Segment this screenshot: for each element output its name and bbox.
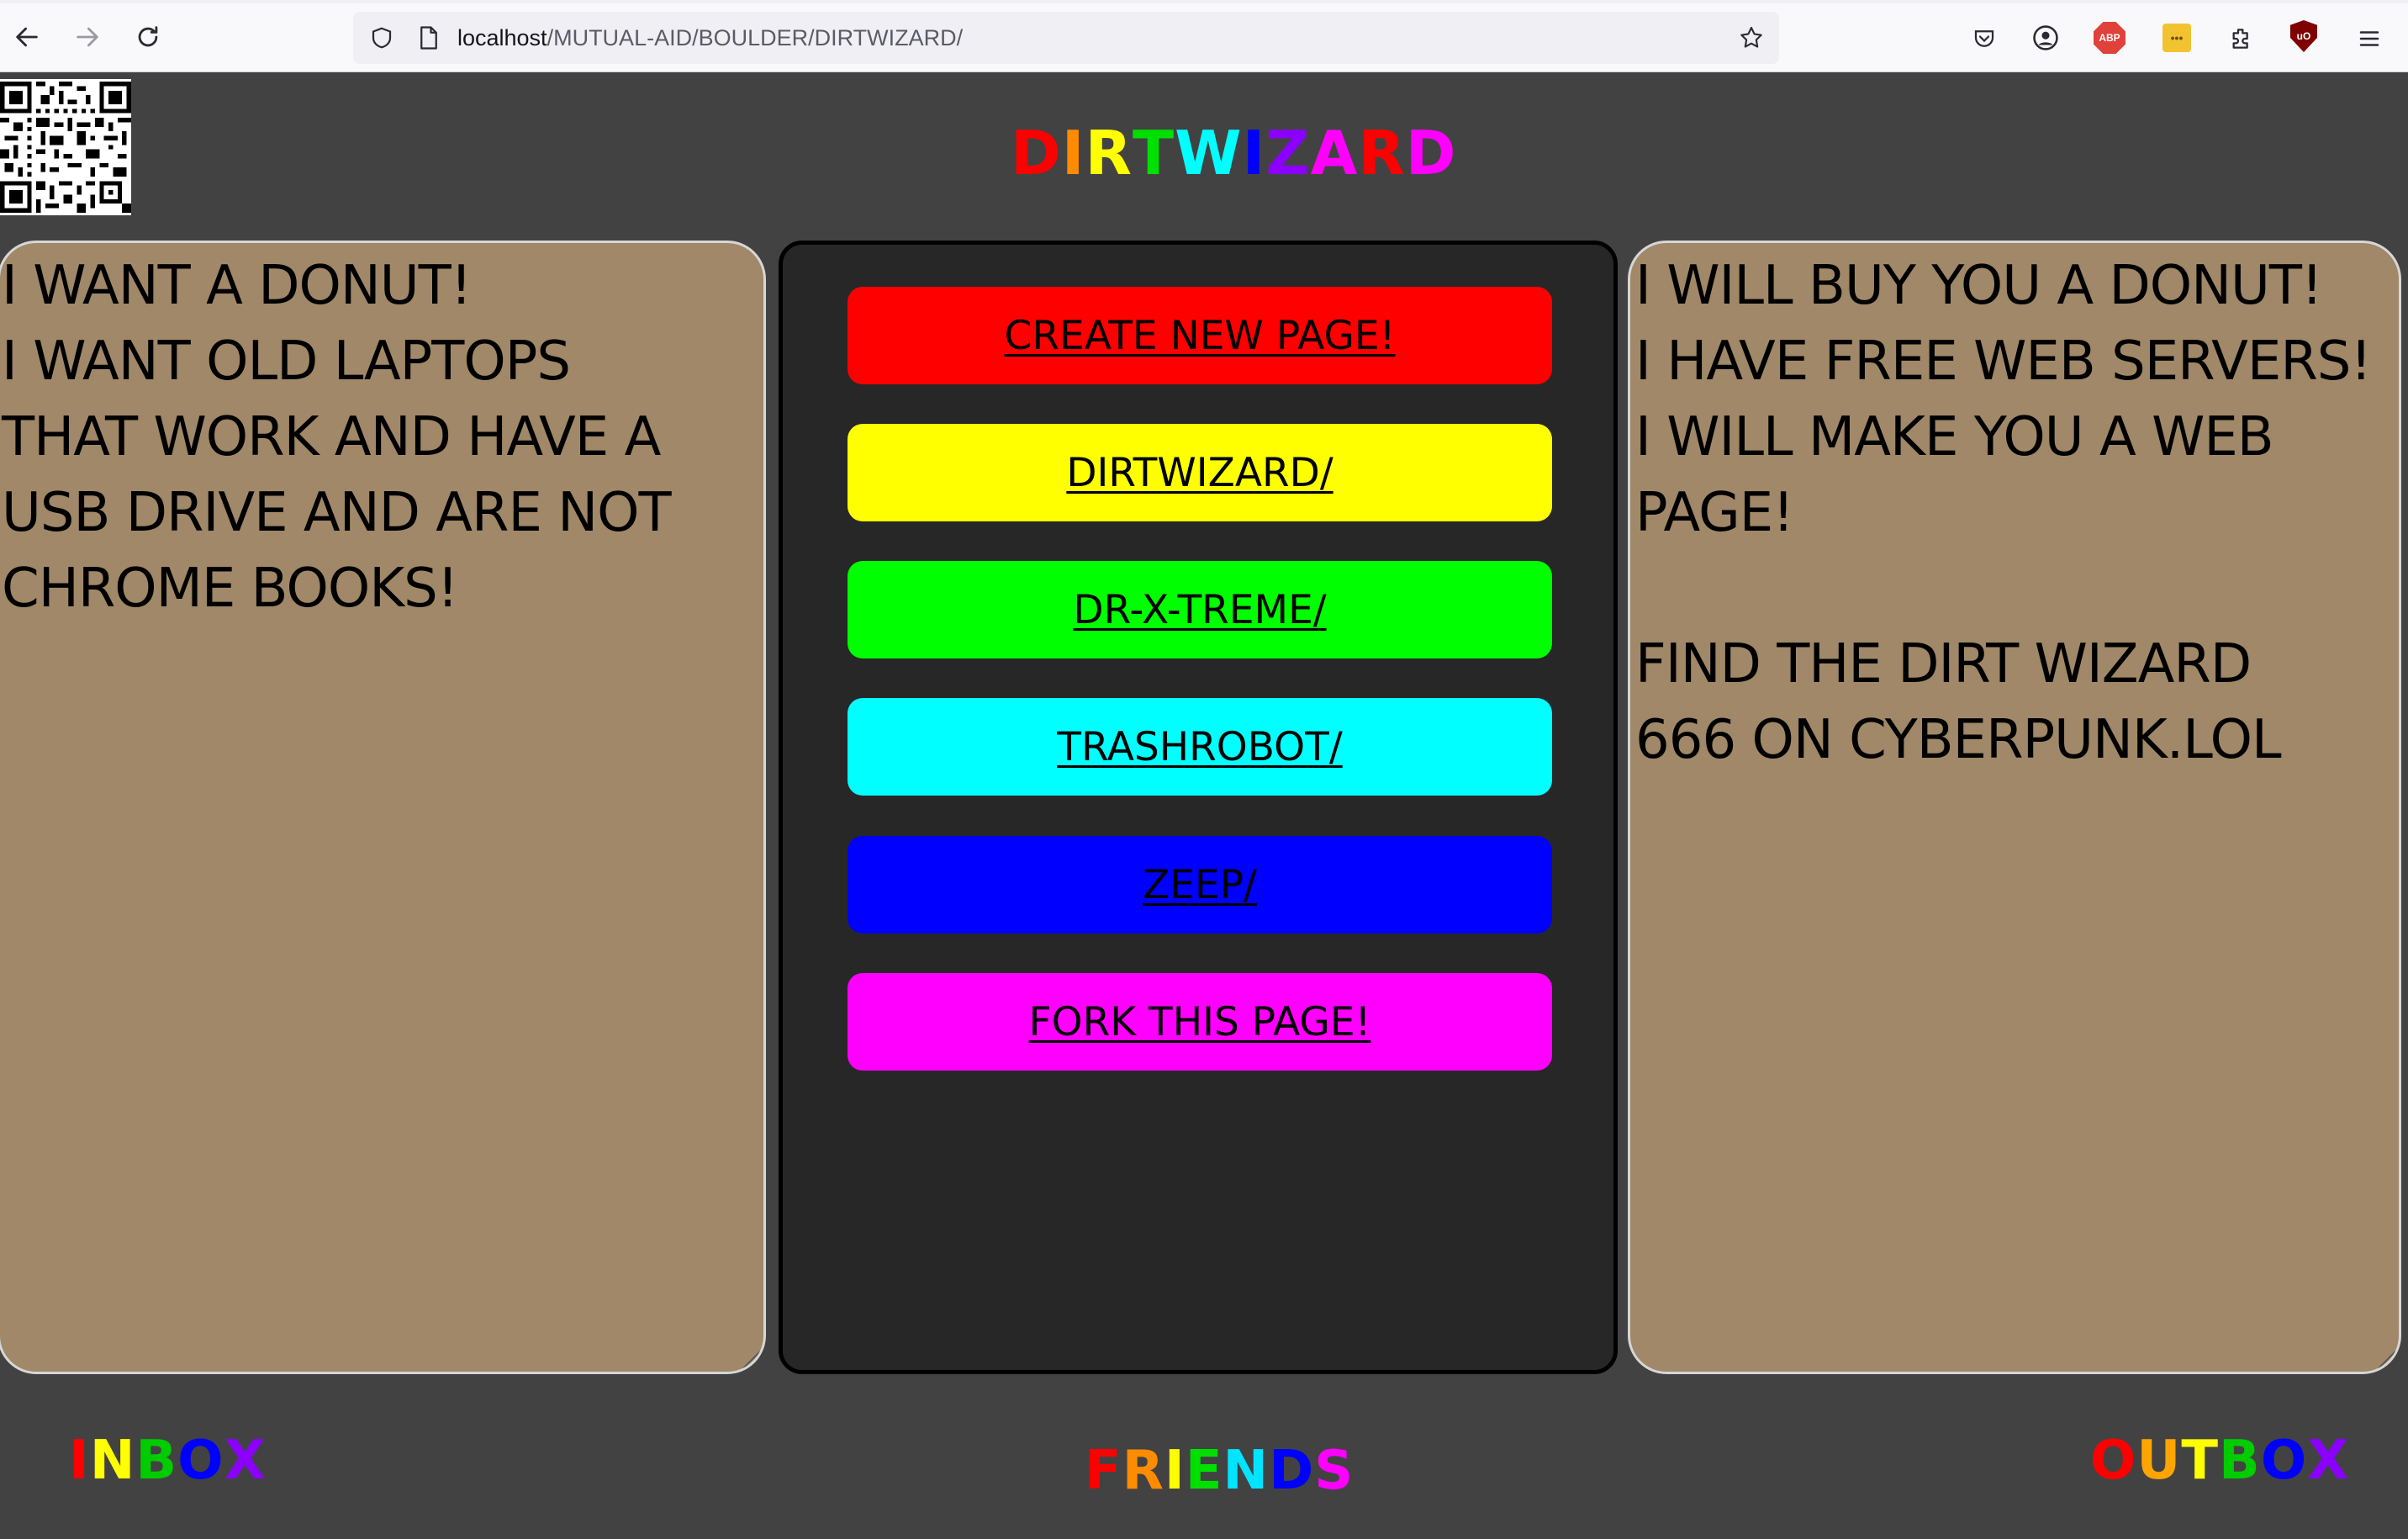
back-button[interactable] [7, 17, 47, 57]
title-letter: R [1085, 118, 1133, 188]
menu-button-create-new-page[interactable]: CREATE NEW PAGE! [848, 287, 1552, 384]
inbox-letter: N [89, 1430, 136, 1492]
offers-text: I WILL BUY YOU A DONUT! I HAVE FREE WEB … [1635, 255, 2372, 771]
menu-button-label: DR-X-TREME/ [1073, 586, 1327, 633]
title-letter: D [1011, 118, 1062, 188]
account-icon[interactable] [2028, 20, 2063, 56]
menu-icon[interactable] [2353, 22, 2386, 56]
forward-button[interactable] [67, 17, 108, 57]
forward-icon [77, 27, 98, 47]
menu-button-label: FORK THIS PAGE! [1028, 998, 1371, 1045]
friends-letter: I [1164, 1440, 1186, 1502]
outbox-link[interactable]: OUTBOX [2090, 1430, 2350, 1492]
menu-button-label: ZEEP/ [1143, 861, 1257, 908]
title-letter: I [1061, 118, 1085, 188]
adblock-plus-icon[interactable]: ABP [2094, 22, 2125, 54]
page-title: DIRTWIZARD [1011, 118, 1457, 188]
qr-code-icon [0, 82, 131, 213]
inbox-letter: O [177, 1430, 224, 1492]
title-letter: R [1358, 118, 1406, 188]
outbox-letter: U [2136, 1430, 2182, 1492]
outbox-letter: X [2307, 1430, 2350, 1492]
reload-button[interactable] [128, 17, 168, 57]
menu-button-dirtwizard[interactable]: DIRTWIZARD/ [848, 424, 1552, 521]
resize-handle-icon[interactable] [742, 1350, 760, 1368]
shield-icon[interactable] [367, 23, 397, 53]
menu-button-dr-x-treme[interactable]: DR-X-TREME/ [848, 561, 1552, 658]
extension-icon[interactable]: ••• [2162, 24, 2191, 52]
menu-button-label: CREATE NEW PAGE! [1004, 312, 1396, 359]
extensions-puzzle-icon[interactable] [2225, 22, 2258, 56]
url-bar[interactable]: localhost/MUTUAL-AID/BOULDER/DIRTWIZARD/ [353, 12, 1779, 64]
menu-button-trashrobot[interactable]: TRASHROBOT/ [848, 698, 1552, 796]
wants-text: I WANT A DONUT! I WANT OLD LAPTOPS THAT … [2, 255, 672, 620]
friends-letter: D [1269, 1440, 1315, 1502]
qr-code [0, 79, 131, 215]
bookmark-star-icon[interactable] [1735, 22, 1767, 54]
ublock-origin-icon[interactable]: uO [2290, 20, 2317, 52]
wants-textarea[interactable]: I WANT A DONUT! I WANT OLD LAPTOPS THAT … [0, 241, 766, 1374]
title-letter: T [1133, 118, 1175, 188]
resize-handle-icon[interactable] [2377, 1350, 2395, 1368]
outbox-letter: O [2090, 1430, 2137, 1492]
menu-button-fork-this-page[interactable]: FORK THIS PAGE! [848, 973, 1552, 1071]
title-letter: D [1405, 118, 1457, 188]
inbox-letter: I [69, 1430, 90, 1492]
outbox-letter: T [2181, 1430, 2220, 1492]
outbox-letter: B [2219, 1430, 2261, 1492]
menu-button-label: DIRTWIZARD/ [1066, 449, 1333, 496]
inbox-letter: B [135, 1430, 178, 1492]
pocket-icon[interactable] [1967, 22, 2001, 56]
friends-letter: F [1085, 1440, 1122, 1502]
friends-link[interactable]: FRIENDS [1085, 1440, 1354, 1502]
ublock-label: uO [2290, 20, 2317, 52]
abp-label: ABP [2094, 22, 2125, 54]
friends-letter: E [1185, 1440, 1223, 1502]
offers-textarea[interactable]: I WILL BUY YOU A DONUT! I HAVE FREE WEB … [1628, 241, 2401, 1374]
inbox-link[interactable]: INBOX [69, 1430, 267, 1492]
extension-label: ••• [2162, 24, 2191, 52]
title-letter: W [1175, 118, 1243, 188]
outbox-letter: O [2260, 1430, 2308, 1492]
title-letter: A [1310, 118, 1359, 188]
url-text[interactable]: localhost/MUTUAL-AID/BOULDER/DIRTWIZARD/ [457, 25, 963, 51]
title-letter: Z [1265, 118, 1311, 188]
tab-strip-edge [0, 0, 2408, 3]
title-letter: I [1242, 118, 1266, 188]
menu-button-zeep[interactable]: ZEEP/ [848, 836, 1552, 933]
page-icon[interactable] [414, 23, 444, 53]
reload-icon [138, 26, 158, 47]
friends-letter: R [1122, 1440, 1164, 1502]
url-path: /MUTUAL-AID/BOULDER/DIRTWIZARD/ [547, 25, 964, 50]
url-host: localhost [457, 25, 547, 50]
menu-button-label: TRASHROBOT/ [1057, 723, 1343, 770]
inbox-letter: X [224, 1430, 267, 1492]
browser-toolbar: localhost/MUTUAL-AID/BOULDER/DIRTWIZARD/… [0, 0, 2408, 72]
friends-letter: N [1222, 1440, 1270, 1502]
friends-letter: S [1314, 1440, 1354, 1502]
link-menu: CREATE NEW PAGE! DIRTWIZARD/DR-X-TREME/TR… [779, 241, 1618, 1374]
back-icon [16, 27, 38, 47]
